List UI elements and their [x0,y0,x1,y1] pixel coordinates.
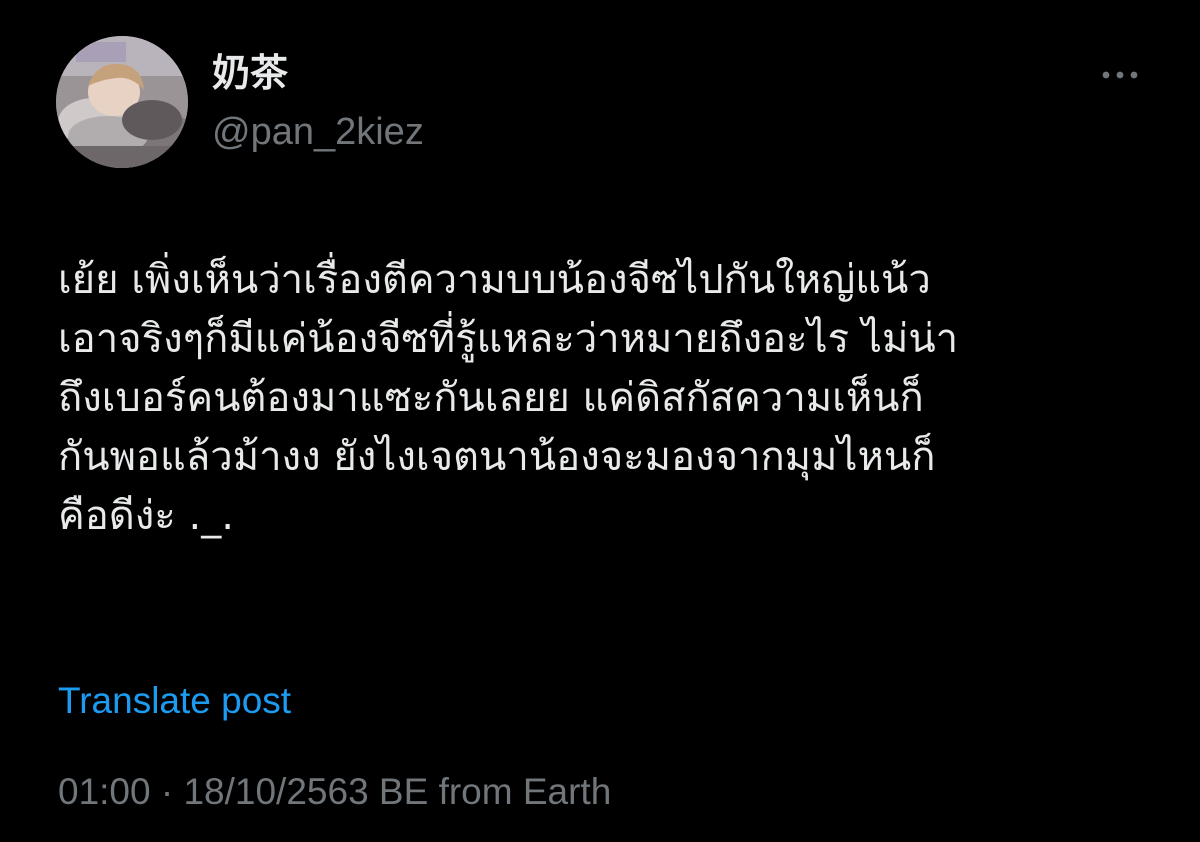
post-timestamp-source: 01:00 · 18/10/2563 BE from Earth [58,771,612,812]
translate-post-link[interactable]: Translate post [58,678,291,724]
user-handle[interactable]: @pan_2kiez [212,108,424,156]
more-options-button[interactable] [1094,58,1146,92]
avatar[interactable] [56,36,188,168]
tweet-text-line: คือดีง่ะ ._. [58,493,234,539]
profile-photo-icon [56,36,188,168]
tweet-text-line: เอาจริงๆก็มีแค่น้องจีซที่รู้แหละว่าหมายถ… [58,316,959,362]
more-horizontal-icon [1102,71,1138,79]
tweet-text: เย้ย เพิ่งเห็นว่าเรื่องตีความบบน้องจีซไป… [58,251,1148,546]
tweet-text-line: เย้ย เพิ่งเห็นว่าเรื่องตีความบบน้องจีซไป… [58,257,931,303]
tweet-text-line: ถึงเบอร์คนต้องมาแซะกันเลยย แค่ดิสกัสความ… [58,375,924,421]
display-name[interactable]: 奶茶 [212,50,288,98]
tweet-text-line: กันพอแล้วม้างง ยังไงเจตนาน้องจะมองจากมุม… [58,434,936,480]
